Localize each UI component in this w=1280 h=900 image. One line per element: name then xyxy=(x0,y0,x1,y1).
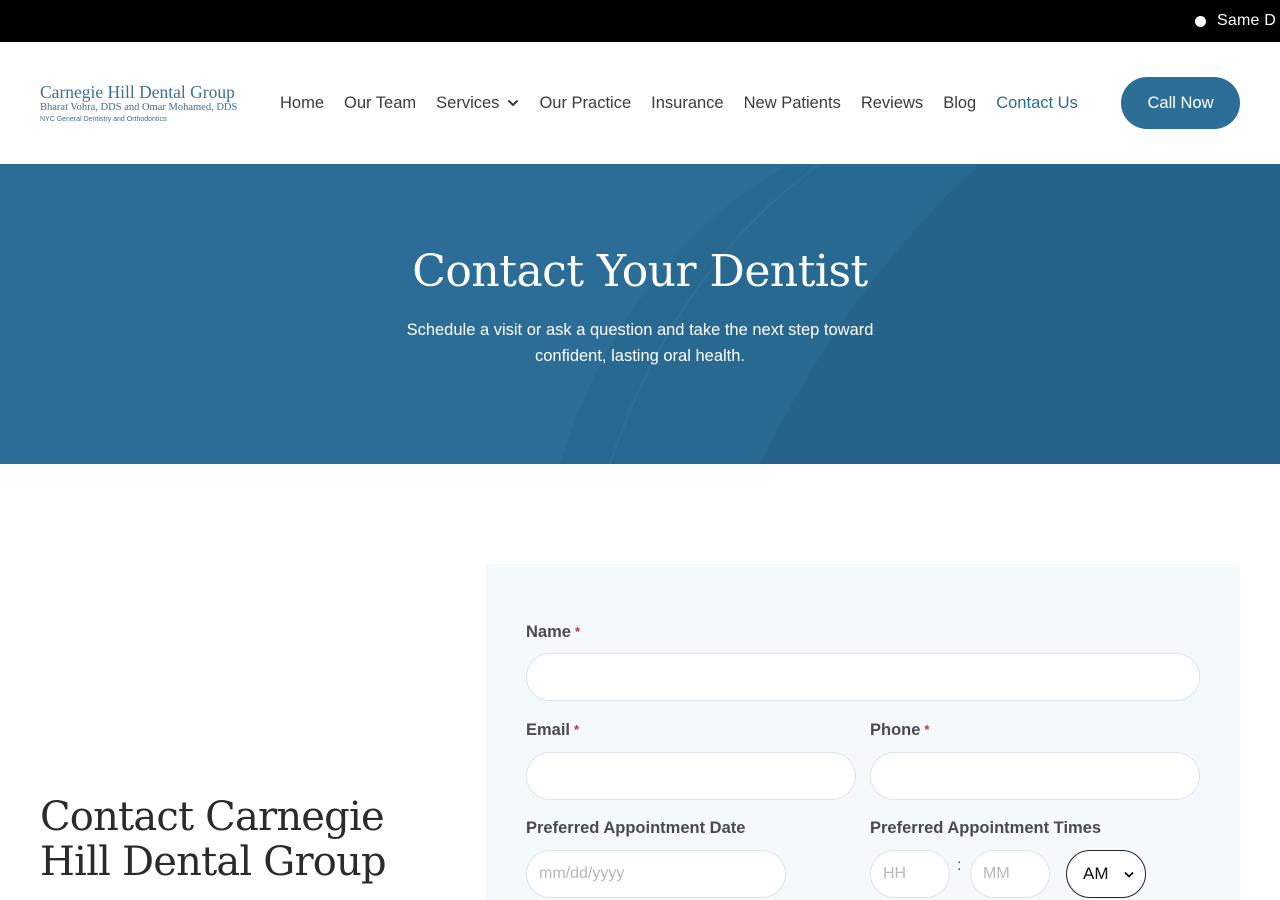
email-label: Email * xyxy=(526,721,579,740)
nav-services-label: Services xyxy=(436,93,500,112)
appointment-date-label: Preferred Appointment Date xyxy=(526,819,746,837)
nav-reviews[interactable]: Reviews xyxy=(861,94,923,113)
appointment-date-input[interactable] xyxy=(526,850,786,898)
bullet-dot-icon xyxy=(1195,15,1206,27)
hero-banner: Contact Your Dentist Schedule a visit or… xyxy=(0,164,1280,464)
nav-contact-us[interactable]: Contact Us xyxy=(996,94,1078,113)
nav-home[interactable]: Home xyxy=(280,94,324,113)
phone-label-text: Phone xyxy=(870,721,921,739)
site-logo[interactable]: Carnegie Hill Dental Group Bharat Vohra,… xyxy=(40,82,245,126)
hero-title: Contact Your Dentist xyxy=(412,246,868,297)
phone-label: Phone * xyxy=(870,721,929,740)
nav-blog[interactable]: Blog xyxy=(943,94,976,113)
nav-new-patients[interactable]: New Patients xyxy=(744,94,841,113)
required-marker: * xyxy=(574,722,580,737)
name-input[interactable] xyxy=(526,653,1200,701)
announcement-ticker: Same D xyxy=(1195,0,1276,42)
call-now-button[interactable]: Call Now xyxy=(1121,77,1240,129)
ampm-select[interactable]: AM xyxy=(1066,850,1146,898)
logo-title: Carnegie Hill Dental Group xyxy=(40,82,235,102)
phone-input[interactable] xyxy=(870,752,1200,800)
appointment-hour-input[interactable] xyxy=(870,850,950,898)
nav-insurance[interactable]: Insurance xyxy=(651,94,723,113)
nav-services[interactable]: Services xyxy=(436,94,519,113)
chevron-down-icon xyxy=(1124,872,1134,878)
appointment-minute-input[interactable] xyxy=(970,850,1050,898)
email-label-text: Email xyxy=(526,721,571,739)
time-separator: : xyxy=(957,857,962,874)
site-header: Carnegie Hill Dental Group Bharat Vohra,… xyxy=(0,42,1280,164)
required-marker: * xyxy=(574,624,581,639)
name-label-text: Name xyxy=(526,623,571,641)
name-label: Name * xyxy=(526,623,580,642)
announcement-text: Same D xyxy=(1217,12,1276,29)
nav-our-practice[interactable]: Our Practice xyxy=(539,94,631,113)
logo-tagline: NYC General Dentistry and Orthodontics xyxy=(40,116,167,123)
contact-section-heading: Contact Carnegie Hill Dental Group xyxy=(40,794,387,885)
hero-background-shapes xyxy=(560,164,1280,464)
nav-our-team[interactable]: Our Team xyxy=(344,94,416,113)
announcement-bar: Same D xyxy=(0,0,1280,42)
hero-subtitle: Schedule a visit or ask a question and t… xyxy=(406,321,874,365)
chevron-down-icon xyxy=(508,100,519,106)
logo-doctors: Bharat Vohra, DDS and Omar Mohamed, DDS xyxy=(40,102,238,113)
email-input[interactable] xyxy=(526,752,856,800)
main-nav: Home Our Team Services Our Practice Insu… xyxy=(280,42,1098,164)
ampm-select-value: AM xyxy=(1083,864,1109,883)
appointment-times-label: Preferred Appointment Times xyxy=(870,819,1102,837)
required-marker: * xyxy=(924,722,930,737)
